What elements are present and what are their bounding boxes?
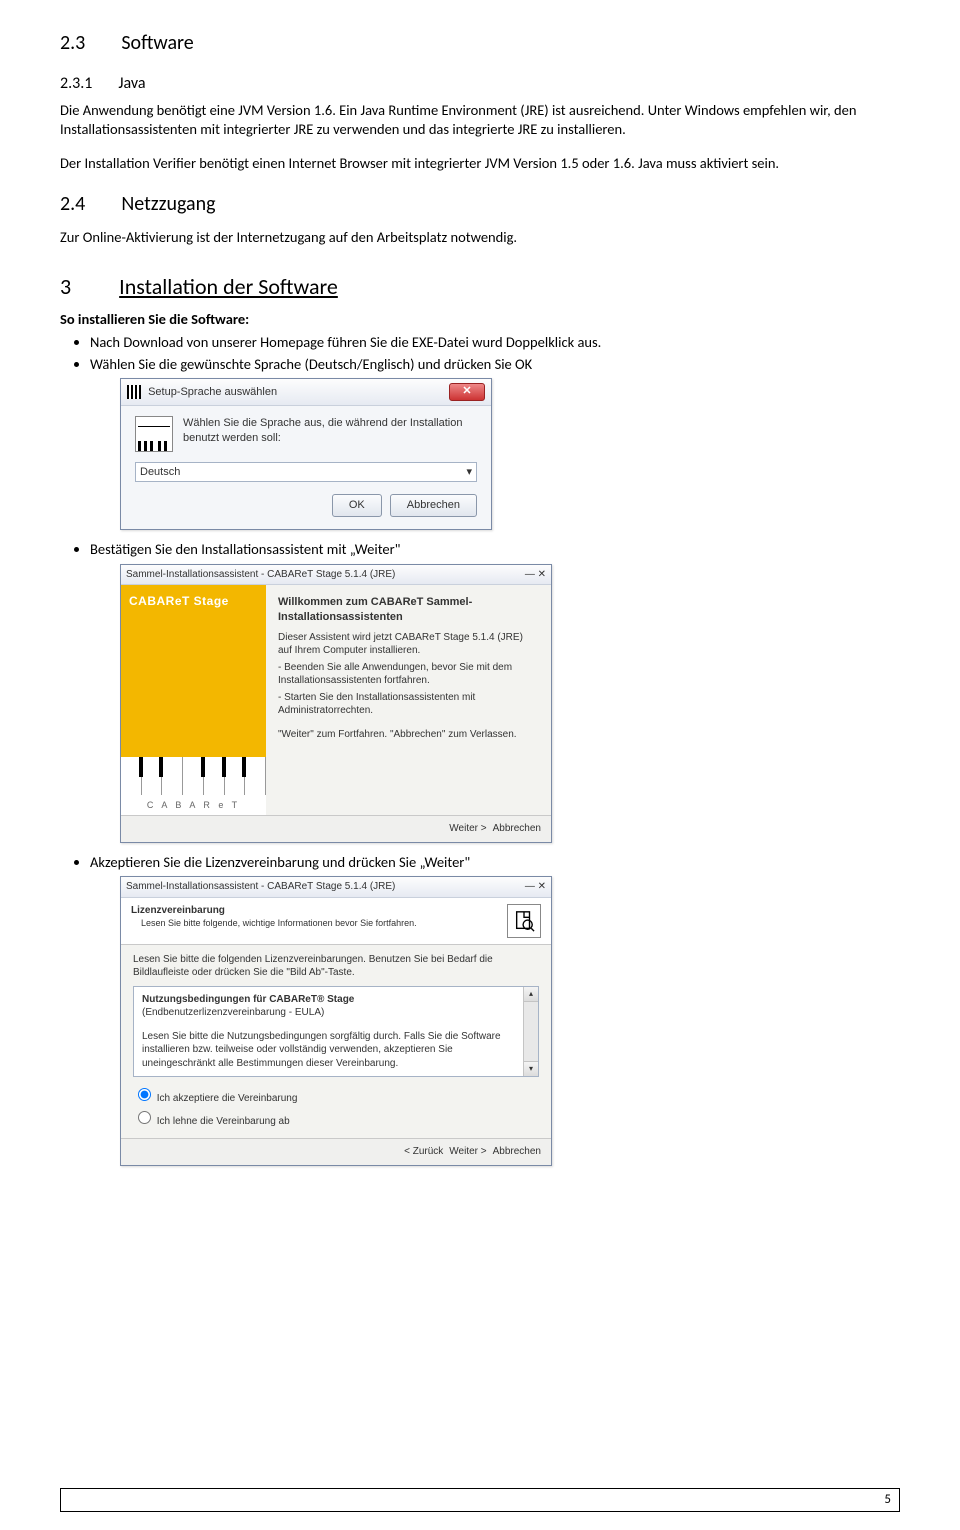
- install-intro: So installieren Sie die Software:: [60, 310, 900, 330]
- minimize-icon[interactable]: —: [525, 881, 535, 892]
- wizard-text: - Beenden Sie alle Anwendungen, bevor Si…: [278, 661, 539, 688]
- dialog-title: Sammel-Installationsassistent - CABAReT …: [126, 881, 395, 892]
- close-icon[interactable]: ✕: [538, 881, 546, 892]
- heading-title: Installation der Software: [119, 272, 338, 302]
- piano-graphic: C A B A R e T: [121, 757, 266, 815]
- list-item: Bestätigen Sie den Installationsassisten…: [90, 540, 900, 843]
- accept-radio[interactable]: Ich akzeptiere die Vereinbarung: [133, 1085, 539, 1106]
- heading-title: Java: [118, 73, 145, 95]
- next-button[interactable]: Weiter >: [449, 1145, 486, 1159]
- accept-radio-label: Ich akzeptiere die Vereinbarung: [157, 1093, 298, 1104]
- dialog-title: Setup-Sprache auswählen: [148, 386, 277, 398]
- welcome-wizard-dialog: Sammel-Installationsassistent - CABAReT …: [120, 564, 552, 843]
- cancel-button[interactable]: Abbrechen: [493, 822, 541, 836]
- eula-subtitle: (Endbenutzerlizenzvereinbarung - EULA): [142, 1006, 512, 1020]
- paragraph: Der Installation Verifier benötigt einen…: [60, 154, 900, 174]
- next-button[interactable]: Weiter >: [449, 822, 486, 836]
- eula-title: Nutzungsbedingungen für CABAReT® Stage: [142, 993, 512, 1007]
- close-icon[interactable]: ✕: [449, 383, 485, 401]
- dialog-titlebar: Setup-Sprache auswählen ✕: [121, 379, 491, 406]
- heading-num: 2.4: [60, 191, 85, 218]
- eula-textbox[interactable]: ▴ ▾ Nutzungsbedingungen für CABAReT® Sta…: [133, 986, 539, 1078]
- cancel-button[interactable]: Abbrechen: [493, 1145, 541, 1159]
- back-button[interactable]: < Zurück: [404, 1145, 443, 1159]
- scroll-up-icon[interactable]: ▴: [524, 987, 538, 1002]
- page-number-box: 5: [60, 1488, 900, 1512]
- install-steps-list: Nach Download von unserer Homepage führe…: [60, 333, 900, 1166]
- ok-button[interactable]: OK: [332, 494, 382, 517]
- list-item-text: Wählen Sie die gewünschte Sprache (Deuts…: [90, 355, 532, 373]
- scrollbar[interactable]: ▴ ▾: [523, 987, 538, 1077]
- wizard-text: - Starten Sie den Installationsassistent…: [278, 691, 539, 718]
- list-item-text: Akzeptieren Sie die Lizenzvereinbarung u…: [90, 853, 470, 871]
- heading-2-4: 2.4 Netzzugang: [60, 191, 900, 218]
- wizard-content: Willkommen zum CABAReT Sammel-Installati…: [266, 585, 551, 815]
- eula-paragraph: Lesen Sie bitte die Nutzungsbedingungen …: [142, 1030, 512, 1071]
- heading-title: Netzzugang: [121, 191, 215, 218]
- dialog-text: Wählen Sie die Sprache aus, die während …: [183, 416, 477, 446]
- minimize-icon[interactable]: —: [525, 569, 535, 580]
- heading-2-3-1: 2.3.1 Java: [60, 73, 900, 95]
- close-icon[interactable]: ✕: [538, 569, 546, 580]
- chevron-down-icon: ▾: [466, 465, 472, 480]
- dialog-titlebar: Sammel-Installationsassistent - CABAReT …: [121, 565, 551, 586]
- accept-radio-input[interactable]: [138, 1088, 151, 1101]
- wizard-text: "Weiter" zum Fortfahren. "Abbrechen" zum…: [278, 728, 539, 742]
- wizard-sidebar: CABAReT Stage C A B A R e T: [121, 585, 266, 815]
- selected-language: Deutsch: [140, 465, 180, 480]
- decline-radio[interactable]: Ich lehne die Vereinbarung ab: [133, 1108, 539, 1129]
- license-subheading: Lesen Sie bitte folgende, wichtige Infor…: [141, 917, 417, 929]
- product-name: CABAReT Stage: [121, 585, 266, 609]
- product-letters: C A B A R e T: [121, 795, 266, 811]
- language-select[interactable]: Deutsch ▾: [135, 462, 477, 482]
- heading-title: Software: [121, 30, 193, 57]
- piano-icon: [135, 416, 173, 452]
- paragraph: Zur Online-Aktivierung ist der Internetz…: [60, 228, 900, 248]
- list-item-text: Bestätigen Sie den Installationsassisten…: [90, 540, 400, 558]
- scroll-down-icon[interactable]: ▾: [524, 1061, 538, 1076]
- cancel-button[interactable]: Abbrechen: [390, 494, 477, 517]
- list-item: Wählen Sie die gewünschte Sprache (Deuts…: [90, 355, 900, 530]
- heading-2-3: 2.3 Software: [60, 30, 900, 57]
- heading-num: 2.3.1: [60, 73, 92, 95]
- license-dialog: Sammel-Installationsassistent - CABAReT …: [120, 876, 552, 1166]
- heading-3: 3 Installation der Software: [60, 272, 900, 302]
- decline-radio-input[interactable]: [138, 1111, 151, 1124]
- wizard-heading: Willkommen zum CABAReT Sammel-Installati…: [278, 595, 539, 625]
- page-number: 5: [884, 1491, 891, 1509]
- license-instruction: Lesen Sie bitte die folgenden Lizenzvere…: [133, 953, 539, 980]
- dialog-titlebar: Sammel-Installationsassistent - CABAReT …: [121, 877, 551, 898]
- dialog-title: Sammel-Installationsassistent - CABAReT …: [126, 569, 395, 580]
- wizard-text: Dieser Assistent wird jetzt CABAReT Stag…: [278, 631, 539, 658]
- decline-radio-label: Ich lehne die Vereinbarung ab: [157, 1116, 290, 1127]
- heading-num: 2.3: [60, 30, 85, 57]
- heading-num: 3: [60, 272, 71, 302]
- language-dialog: Setup-Sprache auswählen ✕ Wählen Sie die…: [120, 378, 492, 530]
- license-heading: Lizenzvereinbarung: [131, 904, 417, 918]
- app-icon: [127, 385, 141, 399]
- document-icon: [507, 904, 541, 938]
- list-item: Nach Download von unserer Homepage führe…: [90, 333, 900, 353]
- paragraph: Die Anwendung benötigt eine JVM Version …: [60, 101, 900, 140]
- list-item: Akzeptieren Sie die Lizenzvereinbarung u…: [90, 853, 900, 1166]
